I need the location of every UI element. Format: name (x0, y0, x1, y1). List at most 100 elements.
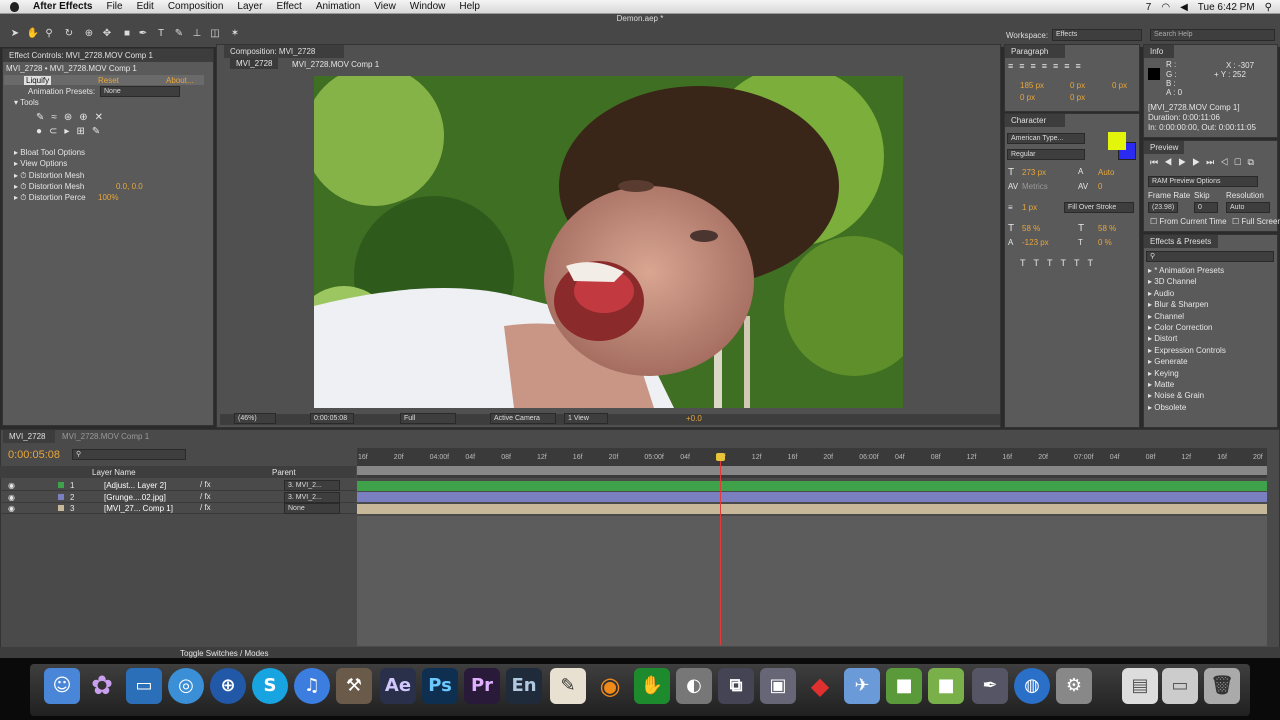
layer-row[interactable]: ◉ 1 [Adjust... Layer 2] / fx 3. MVI_2... (0, 480, 356, 491)
menu-composition[interactable]: Composition (168, 1, 224, 12)
kerning-value[interactable]: Metrics (1022, 182, 1048, 191)
effects-category-item[interactable]: ▸ 3D Channel (1148, 277, 1197, 286)
tab-composition[interactable]: Composition: MVI_2728 (224, 45, 344, 58)
encore-icon[interactable]: En (506, 668, 542, 704)
layer-track-bar[interactable] (357, 503, 1267, 514)
effects-category-item[interactable]: ▸ Audio (1148, 289, 1174, 298)
animation-presets-select[interactable]: None (100, 86, 180, 97)
label-color[interactable] (58, 482, 64, 488)
rotate-tool-icon[interactable]: ↻ (62, 27, 76, 41)
itunes-icon[interactable]: ♫ (294, 668, 330, 704)
tracking-value[interactable]: 0 (1098, 182, 1102, 191)
parent-select[interactable]: 3. MVI_2... (284, 491, 340, 503)
about-button[interactable]: About... (166, 76, 194, 85)
utility-icon[interactable]: ✒ (972, 668, 1008, 704)
clock[interactable]: Tue 6:42 PM (1198, 2, 1255, 13)
visibility-icon[interactable]: ◉ (8, 504, 15, 513)
minecraft-icon[interactable]: ■ (886, 668, 922, 704)
effects-category-item[interactable]: ▸ Expression Controls (1148, 346, 1226, 355)
effects-category-item[interactable]: ▸ Generate (1148, 357, 1188, 366)
preview-photo-icon[interactable]: ✈ (844, 668, 880, 704)
exposure-value[interactable]: +0.0 (686, 414, 702, 423)
skype-icon[interactable]: S (252, 668, 288, 704)
indent-first[interactable]: 0 px (1070, 81, 1085, 90)
parent-select[interactable]: 3. MVI_2... (284, 480, 340, 491)
resolution-select[interactable]: Full (400, 413, 456, 424)
selection-tool-icon[interactable]: ➤ (8, 27, 22, 41)
puppet-tool-icon[interactable]: ✶ (228, 27, 242, 41)
parent-select[interactable]: None (284, 503, 340, 514)
volume-icon[interactable]: ◀ (1180, 2, 1188, 13)
baseline-value[interactable]: -123 px (1022, 238, 1049, 247)
distortion-percent[interactable]: ▸ ⏱ Distortion Perce (14, 193, 86, 203)
brush-tool-icon[interactable]: ✎ (172, 27, 186, 41)
text-tool-icon[interactable]: T (154, 27, 168, 41)
indent-right[interactable]: 0 px (1112, 81, 1127, 90)
visibility-icon[interactable]: ◉ (8, 481, 15, 490)
distortion-mesh-1[interactable]: ▸ ⏱ Distortion Mesh (14, 171, 84, 181)
tsume-value[interactable]: 0 % (1098, 238, 1112, 247)
preview-app-icon[interactable]: ◐ (676, 668, 712, 704)
clone-tool-icon[interactable]: ⊥ (190, 27, 204, 41)
flower-app-icon[interactable]: ✿ (84, 668, 120, 704)
layer-row[interactable]: ◉ 2 [Grunge....02.jpg] / fx 3. MVI_2... (0, 491, 356, 503)
space-after[interactable]: 0 px (1070, 93, 1085, 102)
photoshop-icon[interactable]: Ps (422, 668, 458, 704)
green-hand-icon[interactable]: ✋ (634, 668, 670, 704)
view-options[interactable]: ▸ View Options (14, 159, 67, 168)
font-style-select[interactable]: Regular (1007, 149, 1085, 160)
timeline-current-time[interactable]: 0:00:05:08 (8, 449, 60, 461)
camera-select[interactable]: Active Camera (490, 413, 556, 424)
reset-button[interactable]: Reset (98, 76, 119, 85)
menu-window[interactable]: Window (410, 1, 446, 12)
layer-row[interactable]: ◉ 3 [MVI_27... Comp 1] / fx None (0, 503, 356, 514)
layer-track-bar[interactable] (357, 492, 1267, 502)
label-color[interactable] (58, 505, 64, 511)
layer-track-bar[interactable] (357, 480, 1267, 491)
current-time-indicator[interactable] (720, 455, 721, 645)
visibility-icon[interactable]: ◉ (8, 493, 15, 502)
menu-app[interactable]: After Effects (33, 1, 92, 12)
bloat-tool-options[interactable]: ▸ Bloat Tool Options (14, 148, 85, 157)
layer-name[interactable]: [Grunge....02.jpg] (104, 493, 166, 502)
menu-help[interactable]: Help (459, 1, 480, 12)
stroke-width-value[interactable]: 1 px (1022, 203, 1037, 212)
search-help-input[interactable]: Search Help (1150, 29, 1275, 41)
menu-file[interactable]: File (106, 1, 122, 12)
textedit-icon[interactable]: ✎ (550, 668, 586, 704)
view-layout-select[interactable]: 1 View (564, 413, 608, 424)
liquify-tools-row1[interactable]: ✎≈⊛⊕✕ (36, 112, 110, 123)
menu-layer[interactable]: Layer (237, 1, 262, 12)
red-app-icon[interactable]: ◆ (802, 668, 838, 704)
blender-icon[interactable]: ◉ (592, 668, 628, 704)
fx-switch-icon[interactable]: / fx (200, 503, 211, 512)
skip-select[interactable]: 0 (1194, 202, 1218, 213)
frame-rate-select[interactable]: (23.98) (1148, 202, 1178, 213)
handbrake-icon[interactable]: ⧉ (718, 668, 754, 704)
mesh2-value[interactable]: 0.0, 0.0 (116, 182, 143, 191)
hand-tool-icon[interactable]: ✋ (26, 27, 40, 41)
layer-name-column[interactable]: Layer Name (92, 468, 136, 477)
safari-icon[interactable]: ◎ (168, 668, 204, 704)
toggle-switches-modes[interactable]: Toggle Switches / Modes (180, 649, 269, 658)
premiere-icon[interactable]: Pr (464, 668, 500, 704)
effects-category-item[interactable]: ▸ Matte (1148, 380, 1174, 389)
comp-subtab-1[interactable]: MVI_2728 (230, 58, 279, 69)
notification-badge[interactable]: 7 (1146, 2, 1152, 13)
tab-effect-controls[interactable]: Effect Controls: MVI_2728.MOV Comp 1 (3, 49, 213, 62)
font-family-select[interactable]: American Type... (1007, 133, 1085, 144)
effects-category-item[interactable]: ▸ Keying (1148, 369, 1179, 378)
screen-sharing-icon[interactable]: ▣ (760, 668, 796, 704)
ram-preview-options[interactable]: RAM Preview Options (1148, 176, 1258, 187)
image-capture-icon[interactable]: ▭ (126, 668, 162, 704)
tab-paragraph[interactable]: Paragraph (1005, 45, 1065, 58)
tab-timeline-2[interactable]: MVI_2728.MOV Comp 1 (62, 432, 149, 441)
label-color[interactable] (58, 493, 64, 500)
parent-column[interactable]: Parent (272, 468, 296, 477)
menu-edit[interactable]: Edit (137, 1, 154, 12)
fill-color-swatch-top[interactable] (1108, 132, 1126, 150)
pan-behind-tool-icon[interactable]: ✥ (100, 27, 114, 41)
tab-timeline-1[interactable]: MVI_2728 (3, 430, 55, 443)
spotlight-icon[interactable]: ⚲ (1265, 2, 1272, 13)
finder-icon[interactable]: ☺ (44, 668, 80, 704)
